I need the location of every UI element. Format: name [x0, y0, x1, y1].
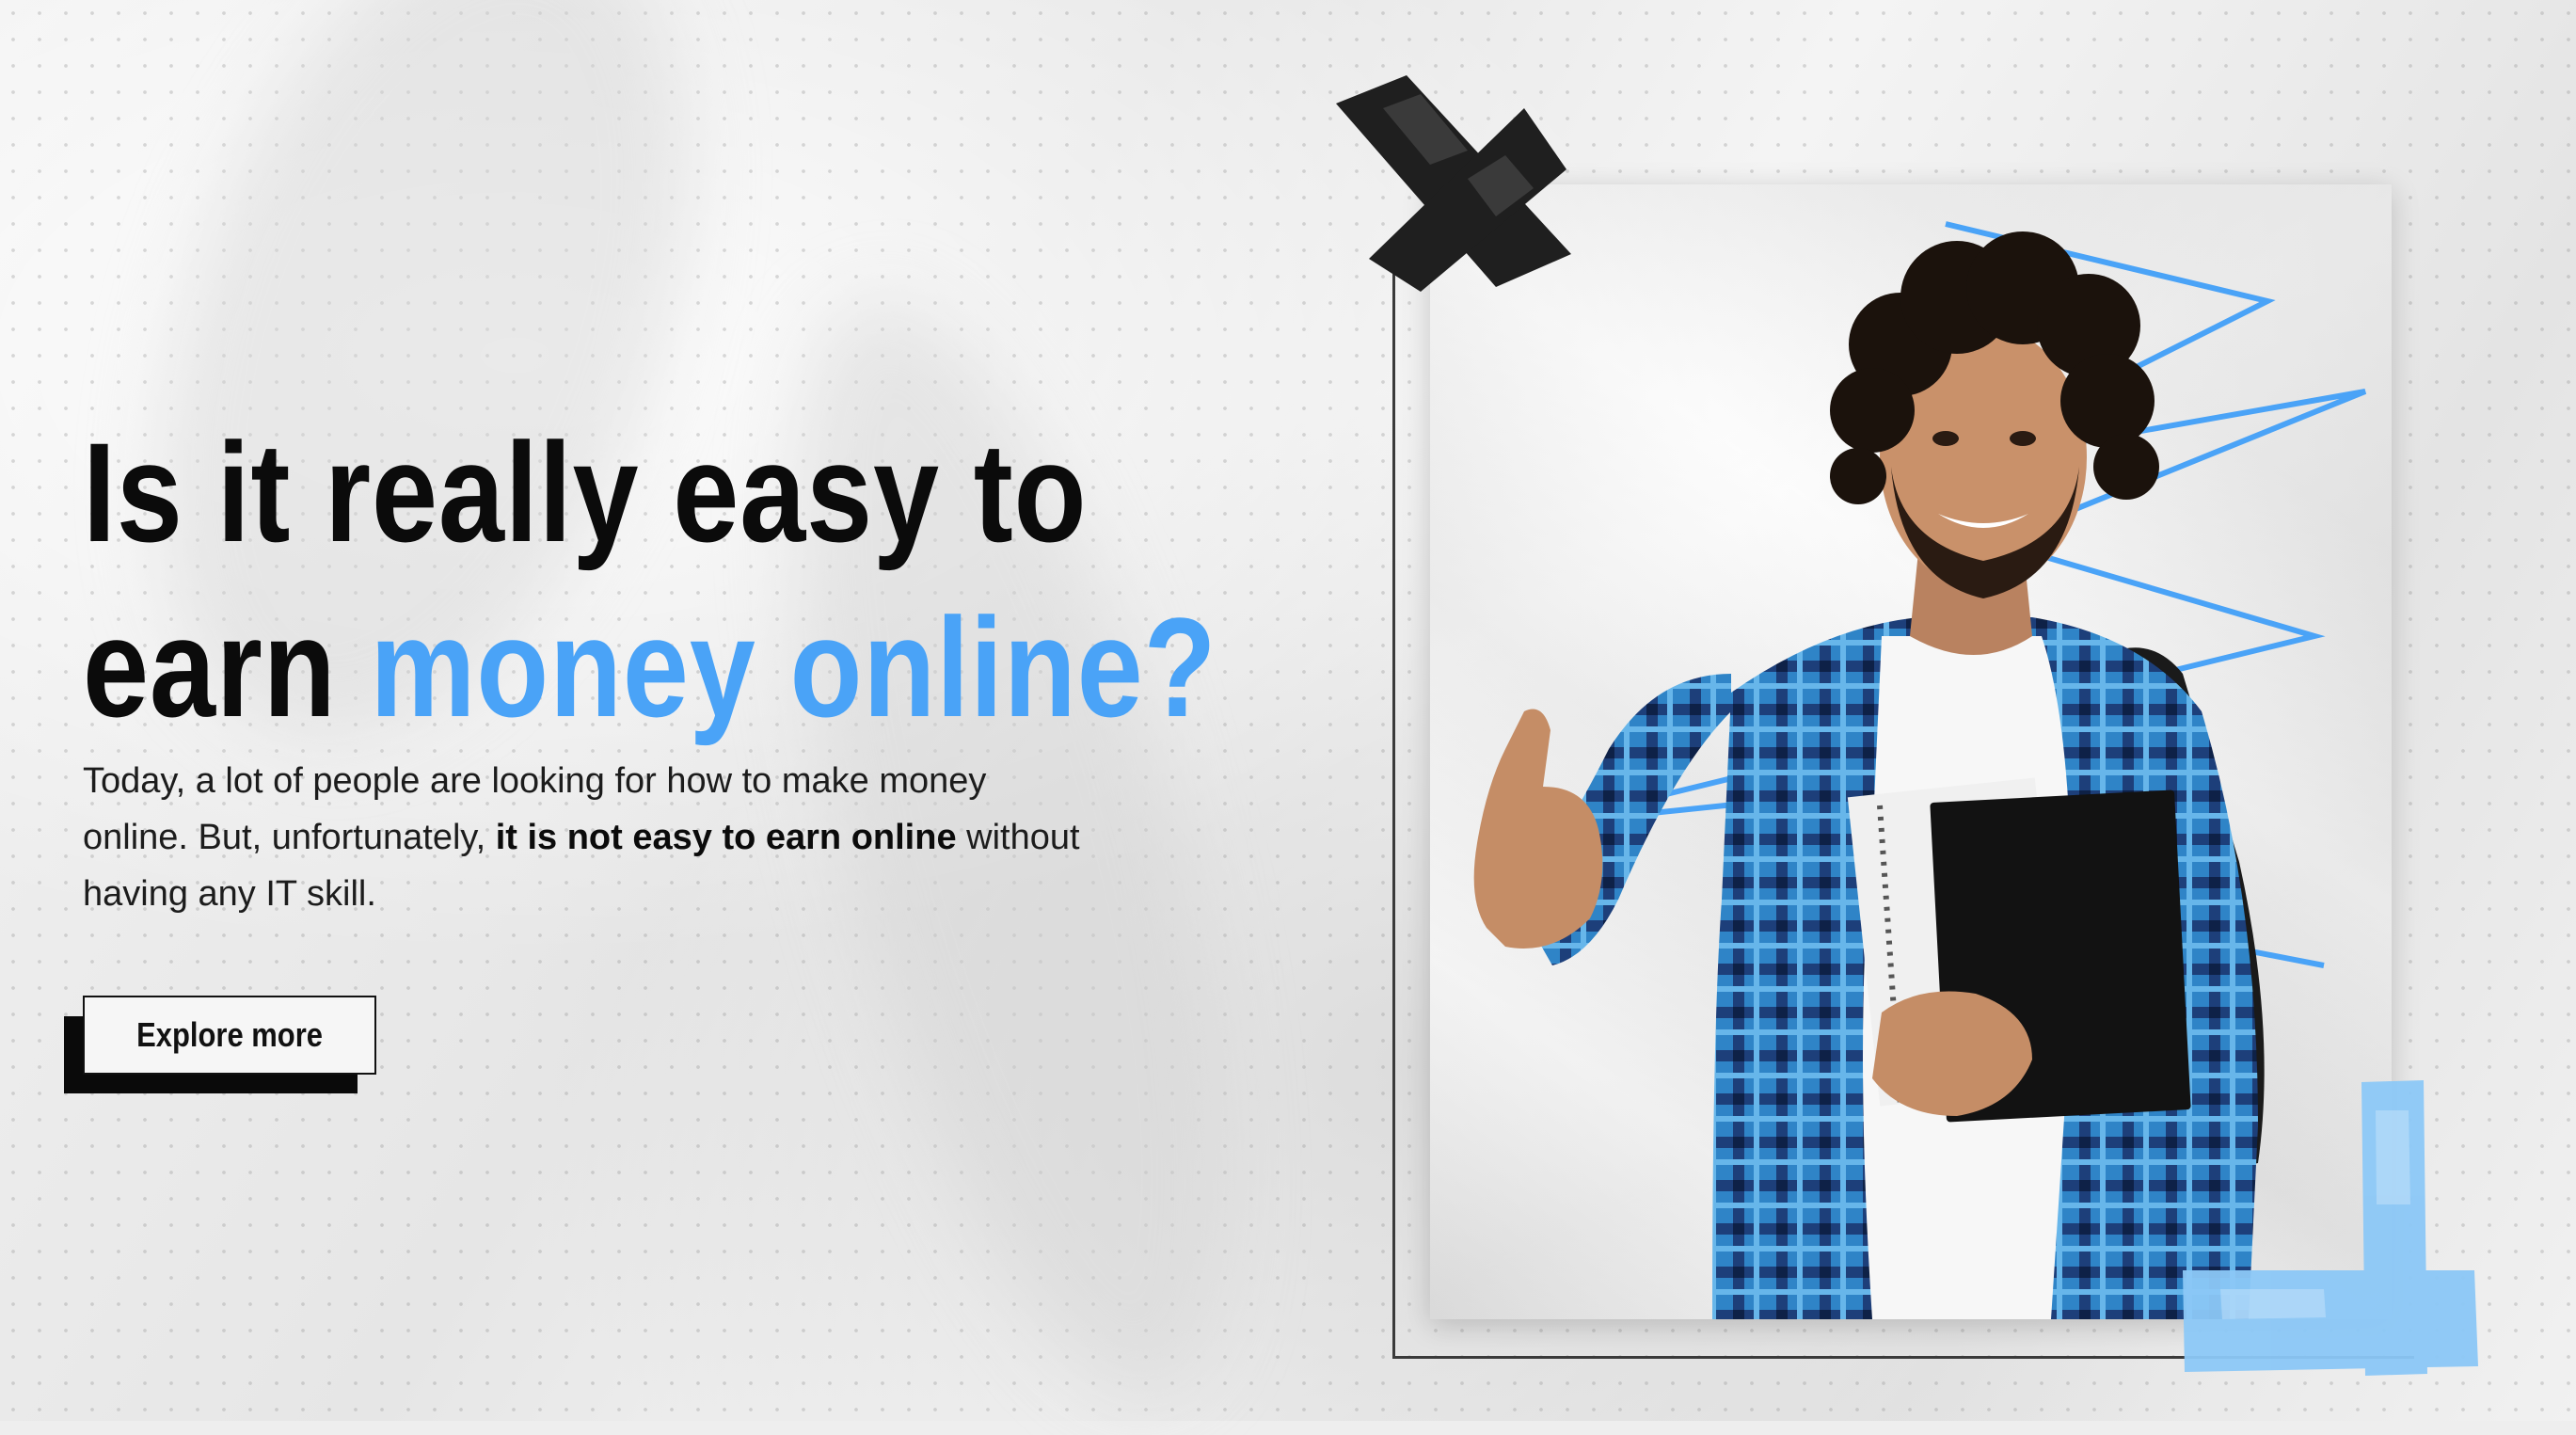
hero-headline: Is it really easy to earn money online?: [83, 405, 1216, 755]
corner-tape-icon: [2183, 1080, 2478, 1376]
explore-more-label: Explore more: [136, 1015, 323, 1054]
x-tape-icon: [1336, 75, 1571, 292]
thumbs-up-hand: [1473, 709, 1603, 949]
description-emphasis: it is not easy to earn online: [495, 818, 957, 857]
explore-more-button[interactable]: Explore more: [83, 996, 376, 1075]
headline-line-2-plain: earn: [83, 588, 371, 746]
headline-accent: money online?: [370, 588, 1217, 746]
hero-description: Today, a lot of people are looking for h…: [83, 753, 1080, 922]
left-eye: [1932, 431, 1959, 446]
right-eye: [2010, 431, 2036, 446]
headline-line-1: Is it really easy to: [83, 413, 1088, 571]
